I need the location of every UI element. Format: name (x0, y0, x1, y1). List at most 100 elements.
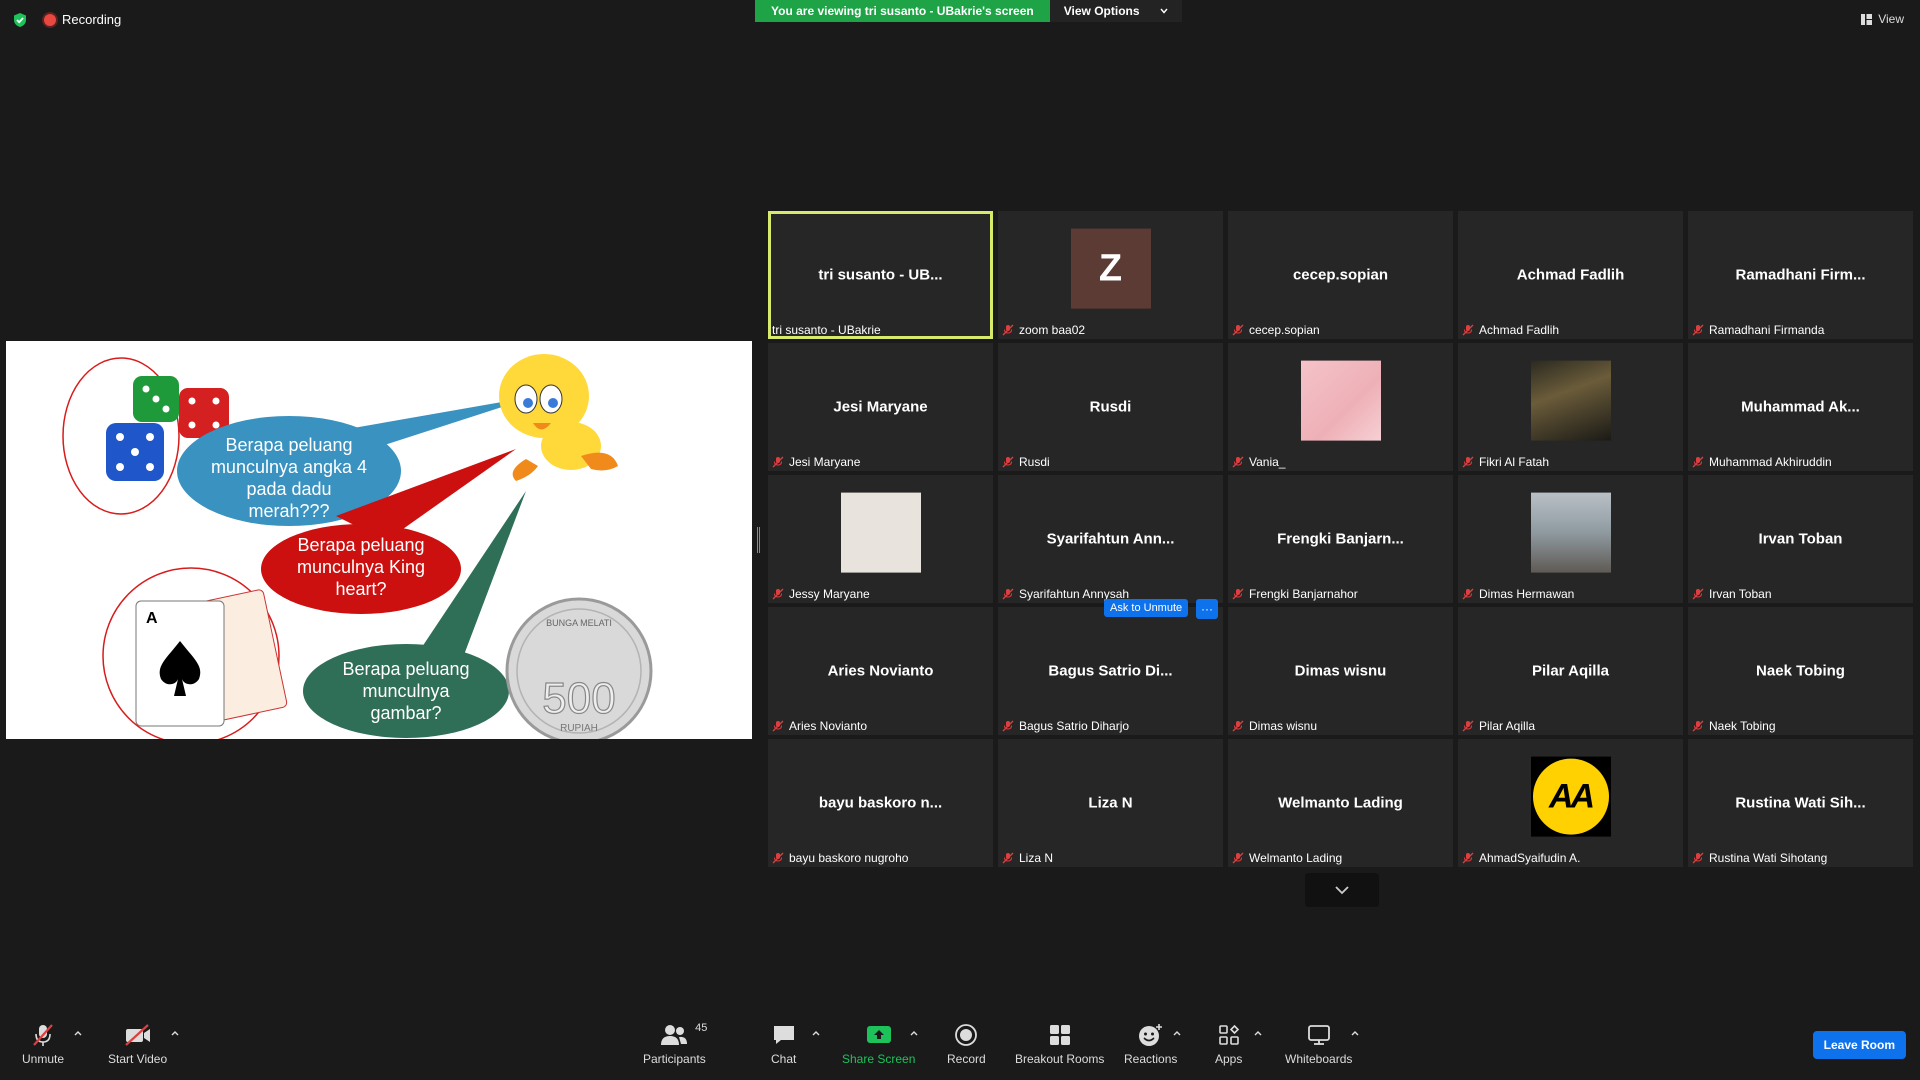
participant-display-name: Jesi Maryane (833, 398, 928, 416)
mic-muted-icon (1692, 588, 1704, 600)
participant-tile[interactable]: Rusdi Rusdi (998, 343, 1223, 471)
participant-tile[interactable]: Jesi Maryane Jesi Maryane (768, 343, 993, 471)
participant-tile[interactable]: Jessy Maryane (768, 475, 993, 603)
participants-label: Participants (643, 1052, 706, 1066)
whiteboards-options-chevron-icon[interactable] (1350, 1028, 1360, 1038)
apps-options-chevron-icon[interactable] (1253, 1028, 1263, 1038)
participant-grid: tri susanto - UB... tri susanto - UBakrie… (768, 211, 1913, 867)
tweety-bird-icon (499, 354, 618, 481)
participant-name: zoom baa02 (1019, 323, 1086, 337)
apps-icon (1218, 1022, 1240, 1048)
view-options-button[interactable]: View Options (1049, 0, 1182, 22)
participant-tile[interactable]: Fikri Al Fatah (1458, 343, 1683, 471)
participant-display-name: Muhammad Ak... (1741, 398, 1860, 416)
mic-muted-icon (1232, 588, 1244, 600)
participant-tile[interactable]: Rustina Wati Sih... Rustina Wati Sihotang (1688, 739, 1913, 867)
chat-options-chevron-icon[interactable] (811, 1028, 821, 1038)
participant-tile[interactable]: Frengki Banjarn... Frengki Banjarnahor (1228, 475, 1453, 603)
whiteboards-label: Whiteboards (1285, 1052, 1353, 1066)
share-screen-button[interactable]: Share Screen (842, 1022, 915, 1066)
participant-display-name: tri susanto - UB... (818, 266, 943, 284)
breakout-rooms-button[interactable]: Breakout Rooms (1015, 1022, 1104, 1066)
participant-tile[interactable]: cecep.sopian cecep.sopian (1228, 211, 1453, 339)
participant-name-label: Irvan Toban (1692, 587, 1772, 601)
participant-name: Liza N (1019, 851, 1054, 865)
participant-name: bayu baskoro nugroho (789, 851, 909, 865)
recording-indicator[interactable]: Recording (44, 12, 121, 27)
participant-tile[interactable]: Naek Tobing Naek Tobing (1688, 607, 1913, 735)
participant-display-name: Pilar Aqilla (1532, 662, 1609, 680)
participant-name: Naek Tobing (1709, 719, 1776, 733)
share-options-chevron-icon[interactable] (909, 1028, 919, 1038)
green-die-icon (133, 376, 179, 422)
participant-display-name: Aries Novianto (827, 662, 934, 680)
participant-display-name: Ramadhani Firm... (1735, 266, 1866, 284)
participant-name-label: Frengki Banjarnahor (1232, 587, 1358, 601)
participant-tile[interactable]: Aries Novianto Aries Novianto (768, 607, 993, 735)
split-resize-handle[interactable] (757, 527, 760, 553)
gallery-next-page-button[interactable] (1305, 873, 1379, 907)
grid-view-icon (1861, 13, 1873, 25)
audio-options-chevron-icon[interactable] (73, 1028, 83, 1038)
share-screen-icon (866, 1022, 892, 1048)
participant-display-name: Irvan Toban (1758, 530, 1843, 548)
ask-to-unmute-button[interactable]: Ask to Unmute (1104, 599, 1189, 617)
unmute-label: Unmute (22, 1052, 65, 1066)
svg-text:munculnya King: munculnya King (297, 557, 425, 577)
participant-tile[interactable]: tri susanto - UB... tri susanto - UBakrie (768, 211, 993, 339)
participant-name: Rusdi (1019, 455, 1050, 469)
participant-name: cecep.sopian (1249, 323, 1320, 337)
breakout-rooms-icon (1049, 1022, 1071, 1048)
shared-screen[interactable]: Berapa peluang munculnya angka 4 pada da… (6, 341, 752, 739)
participant-tile[interactable]: Syarifahtun Ann... Syarifahtun Annysah (998, 475, 1223, 603)
view-button[interactable]: View (1861, 12, 1904, 26)
participant-name: Fikri Al Fatah (1479, 455, 1550, 469)
participant-tile[interactable]: Irvan Toban Irvan Toban (1688, 475, 1913, 603)
blue-die-icon (106, 423, 164, 481)
playing-cards-icon: A (135, 589, 288, 727)
svg-text:500: 500 (542, 674, 615, 723)
start-video-button[interactable]: Start Video (108, 1022, 167, 1066)
participant-tile[interactable]: Pilar Aqilla Pilar Aqilla (1458, 607, 1683, 735)
chat-label: Chat (771, 1052, 797, 1066)
participant-tile[interactable]: Liza N Liza N (998, 739, 1223, 867)
participant-tile[interactable]: Ramadhani Firm... Ramadhani Firmanda (1688, 211, 1913, 339)
participant-tile[interactable]: Zzoom baa02 (998, 211, 1223, 339)
mic-muted-icon (1462, 588, 1474, 600)
mic-muted-icon (1232, 456, 1244, 468)
record-icon (954, 1022, 978, 1048)
participant-tile[interactable]: Bagus Satrio Di... Bagus Satrio Diharjo As… (998, 599, 1223, 735)
svg-text:Berapa peluang: Berapa peluang (225, 435, 352, 455)
leave-room-button[interactable]: Leave Room (1812, 1031, 1906, 1059)
reactions-options-chevron-icon[interactable] (1172, 1028, 1182, 1038)
participant-tile[interactable]: Dimas wisnu Dimas wisnu (1228, 607, 1453, 735)
participant-tile[interactable]: Vania_ (1228, 343, 1453, 471)
participant-tile[interactable]: Welmanto Lading Welmanto Lading (1228, 739, 1453, 867)
apps-label: Apps (1215, 1052, 1243, 1066)
participant-name-label: Dimas wisnu (1232, 719, 1317, 733)
participant-name-label: Ramadhani Firmanda (1692, 323, 1824, 337)
participant-name: Jesi Maryane (789, 455, 861, 469)
reactions-button[interactable]: Reactions (1124, 1022, 1177, 1066)
apps-button[interactable]: Apps (1215, 1022, 1242, 1066)
participant-name-label: Muhammad Akhiruddin (1692, 455, 1832, 469)
participant-tile[interactable]: Achmad Fadlih Achmad Fadlih (1458, 211, 1683, 339)
chevron-down-icon (1159, 8, 1168, 14)
chat-button[interactable]: Chat (771, 1022, 796, 1066)
unmute-button[interactable]: Unmute (22, 1022, 64, 1066)
participant-tile[interactable]: AA AhmadSyaifudin A. (1458, 739, 1683, 867)
participant-tile[interactable]: bayu baskoro n... bayu baskoro nugroho (768, 739, 993, 867)
more-options-button[interactable]: ··· (1196, 599, 1218, 619)
participant-name-label: zoom baa02 (1002, 323, 1085, 337)
svg-text:munculnya: munculnya (362, 681, 450, 701)
mic-muted-icon (30, 1022, 56, 1048)
whiteboards-button[interactable]: Whiteboards (1285, 1022, 1352, 1066)
participants-button[interactable]: 45 Participants (643, 1022, 707, 1066)
video-options-chevron-icon[interactable] (170, 1028, 180, 1038)
shield-icon[interactable] (12, 12, 28, 28)
participant-display-name: Liza N (1088, 794, 1133, 812)
participant-tile[interactable]: Dimas Hermawan (1458, 475, 1683, 603)
record-button[interactable]: Record (947, 1022, 986, 1066)
top-bar: Recording You are viewing tri susanto - … (0, 0, 1920, 40)
participant-tile[interactable]: Muhammad Ak... Muhammad Akhiruddin (1688, 343, 1913, 471)
